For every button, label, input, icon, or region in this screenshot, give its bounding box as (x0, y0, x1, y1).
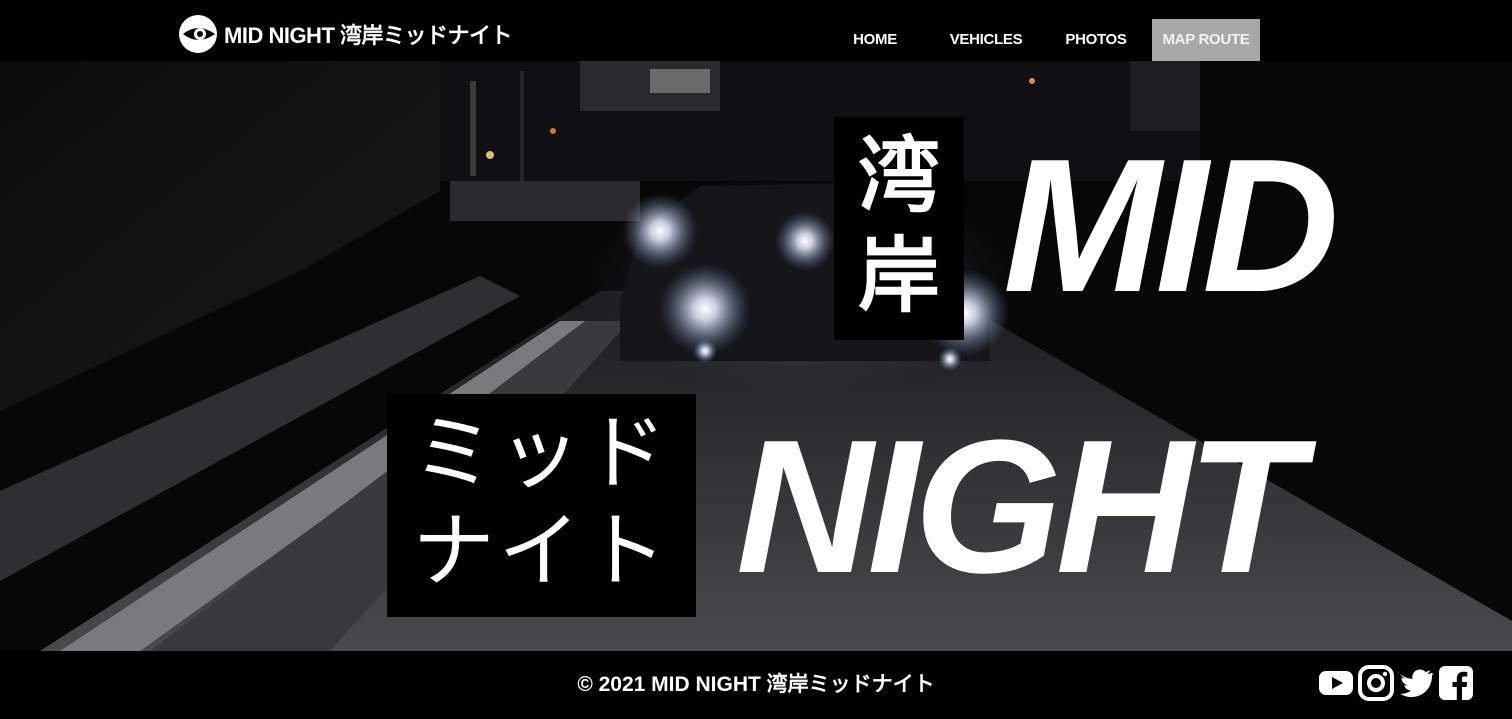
katakana-title-box: ミッド ナイト (387, 394, 696, 617)
katakana-mid: ミッド (412, 406, 671, 501)
hero-title-mid: MID (1003, 120, 1339, 332)
hero-title-night: NIGHT (736, 401, 1303, 613)
kanji-title-box: 湾 岸 (834, 117, 964, 340)
site-logo[interactable]: MID NIGHT 湾岸ミッドナイト (178, 14, 513, 54)
nav-map-route[interactable]: MAP ROUTE (1152, 19, 1260, 61)
social-links (1318, 665, 1474, 701)
youtube-icon[interactable] (1318, 665, 1354, 701)
katakana-night: ナイト (412, 504, 671, 599)
kanji-wan: 湾 (857, 129, 940, 224)
logo-text: MID NIGHT 湾岸ミッドナイト (224, 23, 513, 48)
facebook-icon[interactable] (1438, 665, 1474, 701)
copyright-text: © 2021 MID NIGHT 湾岸ミッドナイト (577, 673, 935, 696)
site-header: MID NIGHT 湾岸ミッドナイト HOME VEHICLES PHOTOS … (0, 0, 1512, 61)
eye-logo-icon (179, 15, 217, 53)
site-footer: © 2021 MID NIGHT 湾岸ミッドナイト (0, 651, 1512, 712)
nav-photos[interactable]: PHOTOS (1056, 19, 1136, 61)
kanji-gan: 岸 (857, 229, 940, 324)
nav-home[interactable]: HOME (843, 19, 907, 61)
nav-vehicles[interactable]: VEHICLES (938, 19, 1034, 61)
twitter-icon[interactable] (1398, 665, 1434, 701)
instagram-icon[interactable] (1358, 665, 1394, 701)
hero-section: 湾 岸 MID ミッド ナイト NIGHT (0, 61, 1512, 651)
